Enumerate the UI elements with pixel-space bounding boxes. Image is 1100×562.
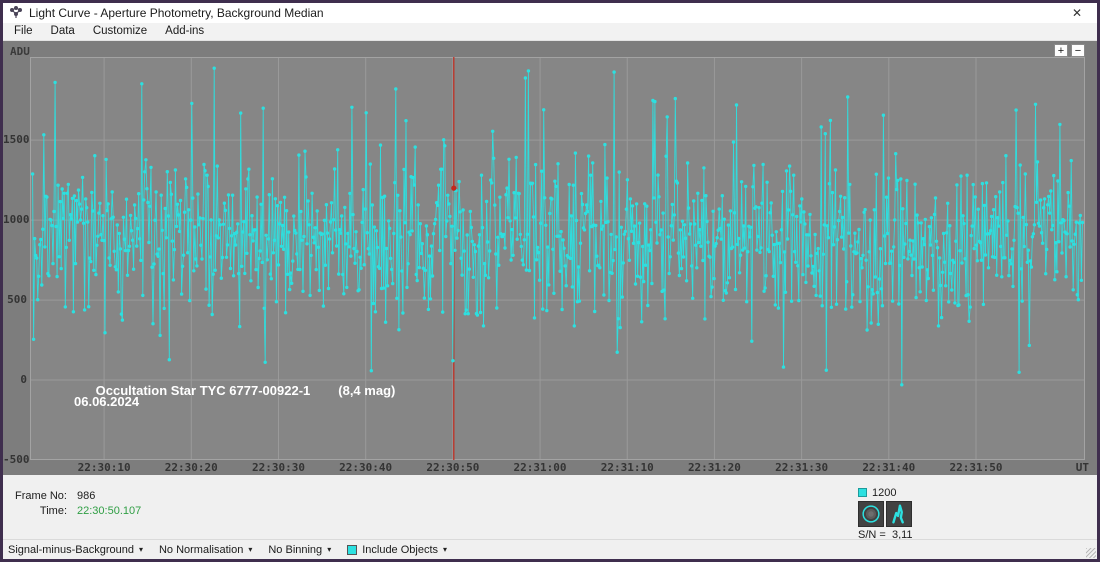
menu-bar: FileDataCustomizeAdd-ins: [3, 23, 1097, 41]
y-axis-tick-label: 1000: [3, 213, 27, 226]
menu-item-data[interactable]: Data: [42, 24, 84, 39]
window-title: Light Curve - Aperture Photometry, Backg…: [29, 6, 324, 20]
y-axis-unit-label: ADU: [10, 45, 30, 58]
toolbar-dropdown-no-binning[interactable]: No Binning▾: [268, 544, 331, 556]
x-axis-tick-label: 22:30:20: [155, 461, 227, 474]
frame-no-label: Frame No:: [11, 489, 67, 504]
y-axis-tick-label: 500: [3, 293, 27, 306]
y-axis-tick-label: -500: [3, 453, 27, 466]
status-area: Frame No: 986 Time: 22:30:50.107 1200: [3, 475, 1097, 539]
x-axis-tick-label: 22:31:00: [504, 461, 576, 474]
title-bar: Light Curve - Aperture Photometry, Backg…: [3, 3, 1097, 23]
close-icon[interactable]: ✕: [1063, 6, 1091, 20]
include-objects-color-swatch: [347, 545, 357, 555]
date-annotation: 06.06.2024: [74, 394, 139, 409]
x-axis-tick-label: 22:30:40: [330, 461, 402, 474]
star-annotation-magnitude: (8,4 mag): [338, 383, 395, 398]
resize-grip[interactable]: [1086, 548, 1096, 558]
dropdown-caret-icon: ▾: [443, 546, 447, 554]
menu-item-add-ins[interactable]: Add-ins: [156, 24, 213, 39]
dropdown-caret-icon: ▾: [248, 546, 252, 554]
x-axis-tick-label: 22:31:50: [940, 461, 1012, 474]
x-axis-tick-label: 22:31:40: [853, 461, 925, 474]
x-axis-tick-label: 22:31:30: [766, 461, 838, 474]
bottom-toolbar: Signal-minus-Background▾ No Normalisation…: [3, 539, 1097, 559]
dropdown-caret-icon: ▾: [139, 546, 143, 554]
x-axis-unit-label: UT: [1076, 461, 1089, 474]
toolbar-dropdown-no-normalisation[interactable]: No Normalisation▾: [159, 544, 252, 556]
frame-no-value: 986: [67, 489, 95, 504]
y-axis-tick-label: 0: [3, 373, 27, 386]
time-label: Time:: [11, 504, 67, 519]
legend-color-swatch: [858, 488, 867, 497]
x-axis-tick-label: 22:30:10: [68, 461, 140, 474]
x-axis-tick-label: 22:30:50: [417, 461, 489, 474]
star-psf-thumbnail[interactable]: [886, 501, 912, 527]
frame-info: Frame No: 986 Time: 22:30:50.107: [11, 489, 141, 519]
menu-item-file[interactable]: File: [5, 24, 42, 39]
aperture-ring-thumbnail[interactable]: [858, 501, 884, 527]
toolbar-dropdown-include-objects[interactable]: Include Objects▾: [347, 544, 447, 556]
app-icon: [9, 6, 23, 20]
dropdown-caret-icon: ▾: [327, 546, 331, 554]
legend-current-value: 1200: [872, 487, 896, 499]
y-axis-tick-label: 1500: [3, 133, 27, 146]
zoom-out-button[interactable]: −: [1071, 44, 1085, 57]
app-window: Light Curve - Aperture Photometry, Backg…: [0, 0, 1100, 562]
x-axis-tick-label: 22:30:30: [242, 461, 314, 474]
x-axis-tick-label: 22:31:20: [678, 461, 750, 474]
x-axis-tick-label: 22:31:10: [591, 461, 663, 474]
menu-item-customize[interactable]: Customize: [84, 24, 156, 39]
cursor-data-point: [451, 186, 456, 191]
light-curve-chart[interactable]: ADU + − Occultation Star TYC 6777-00922-…: [3, 41, 1097, 475]
object-legend: 1200 S/N = 3,11: [858, 486, 913, 541]
time-value: 22:30:50.107: [67, 504, 141, 519]
zoom-in-button[interactable]: +: [1054, 44, 1068, 57]
toolbar-dropdown-signal-minus-background[interactable]: Signal-minus-Background▾: [8, 544, 143, 556]
